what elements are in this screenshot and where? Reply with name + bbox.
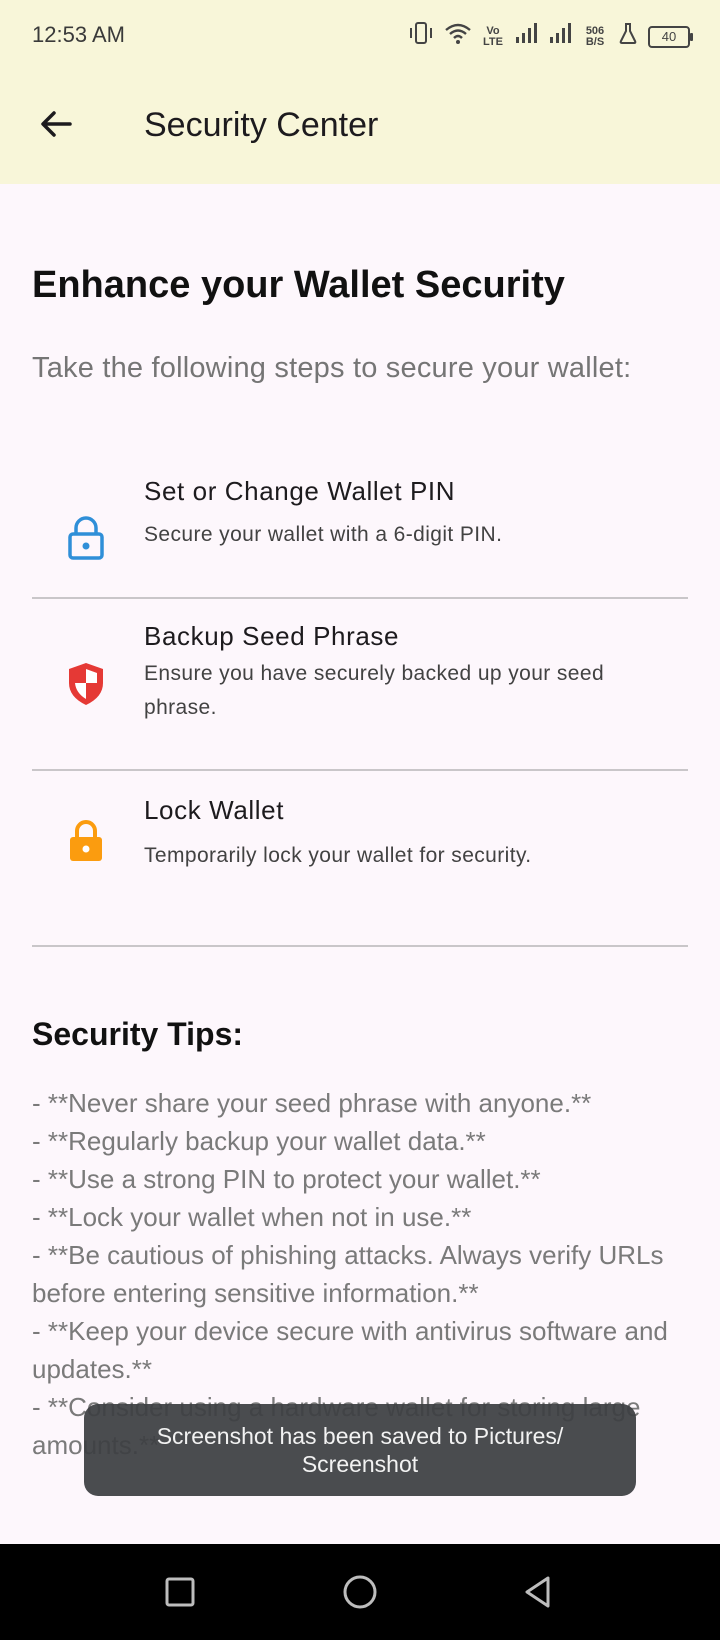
vibrate-icon xyxy=(408,20,434,54)
tip-item: - **Never share your seed phrase with an… xyxy=(32,1088,592,1118)
tip-item: - **Regularly backup your wallet data.** xyxy=(32,1126,486,1156)
option-title: Backup Seed Phrase xyxy=(144,621,400,651)
signal-icon xyxy=(548,21,572,53)
option-description: Secure your wallet with a 6-digit PIN. xyxy=(144,523,503,546)
back-button[interactable] xyxy=(36,104,76,144)
status-time: 12:53 AM xyxy=(32,22,125,47)
divider xyxy=(32,945,688,947)
lab-icon xyxy=(618,22,638,52)
status-bar: 12:53 AM Vo LTE 506 B/S 40 xyxy=(0,0,720,72)
shield-icon xyxy=(66,661,106,705)
recents-icon xyxy=(165,1577,195,1607)
app-bar: Security Center xyxy=(0,72,720,184)
wifi-icon xyxy=(444,21,472,53)
tip-item: - **Keep your device secure with antivir… xyxy=(32,1316,668,1384)
option-description: Ensure you have securely backed up your … xyxy=(144,662,605,719)
tips-heading: Security Tips: xyxy=(32,1016,244,1052)
signal-icon xyxy=(514,21,538,53)
nav-back-button[interactable] xyxy=(518,1572,558,1612)
arrow-left-icon xyxy=(41,111,72,137)
toast-message: Screenshot has been saved to Pictures/ S… xyxy=(84,1404,636,1496)
home-button[interactable] xyxy=(340,1572,380,1612)
home-icon xyxy=(343,1575,377,1609)
tip-item: - **Lock your wallet when not in use.** xyxy=(32,1202,472,1232)
section-heading: Enhance your Wallet Security xyxy=(32,264,565,306)
speed-icon: 506 B/S xyxy=(585,25,605,48)
lock-icon xyxy=(66,516,106,560)
page-title: Security Center xyxy=(144,106,379,144)
system-nav-bar xyxy=(0,1544,720,1640)
option-title: Set or Change Wallet PIN xyxy=(144,476,456,506)
battery-icon: 40 xyxy=(648,26,693,48)
option-backup-seed[interactable]: Backup Seed Phrase Ensure you have secur… xyxy=(32,599,688,769)
option-description: Temporarily lock your wallet for securit… xyxy=(144,844,532,867)
tip-item: - **Use a strong PIN to protect your wal… xyxy=(32,1164,541,1194)
back-icon xyxy=(525,1576,550,1608)
section-subtitle: Take the following steps to secure your … xyxy=(32,352,632,384)
tip-item: - **Be cautious of phishing attacks. Alw… xyxy=(32,1240,664,1308)
status-icons: Vo LTE 506 B/S 40 xyxy=(408,20,693,54)
option-title: Lock Wallet xyxy=(144,795,285,825)
volte-icon: Vo LTE xyxy=(483,25,503,48)
lock-icon xyxy=(66,819,106,863)
option-lock-wallet[interactable]: Lock Wallet Temporarily lock your wallet… xyxy=(32,771,688,931)
recents-button[interactable] xyxy=(160,1572,200,1612)
